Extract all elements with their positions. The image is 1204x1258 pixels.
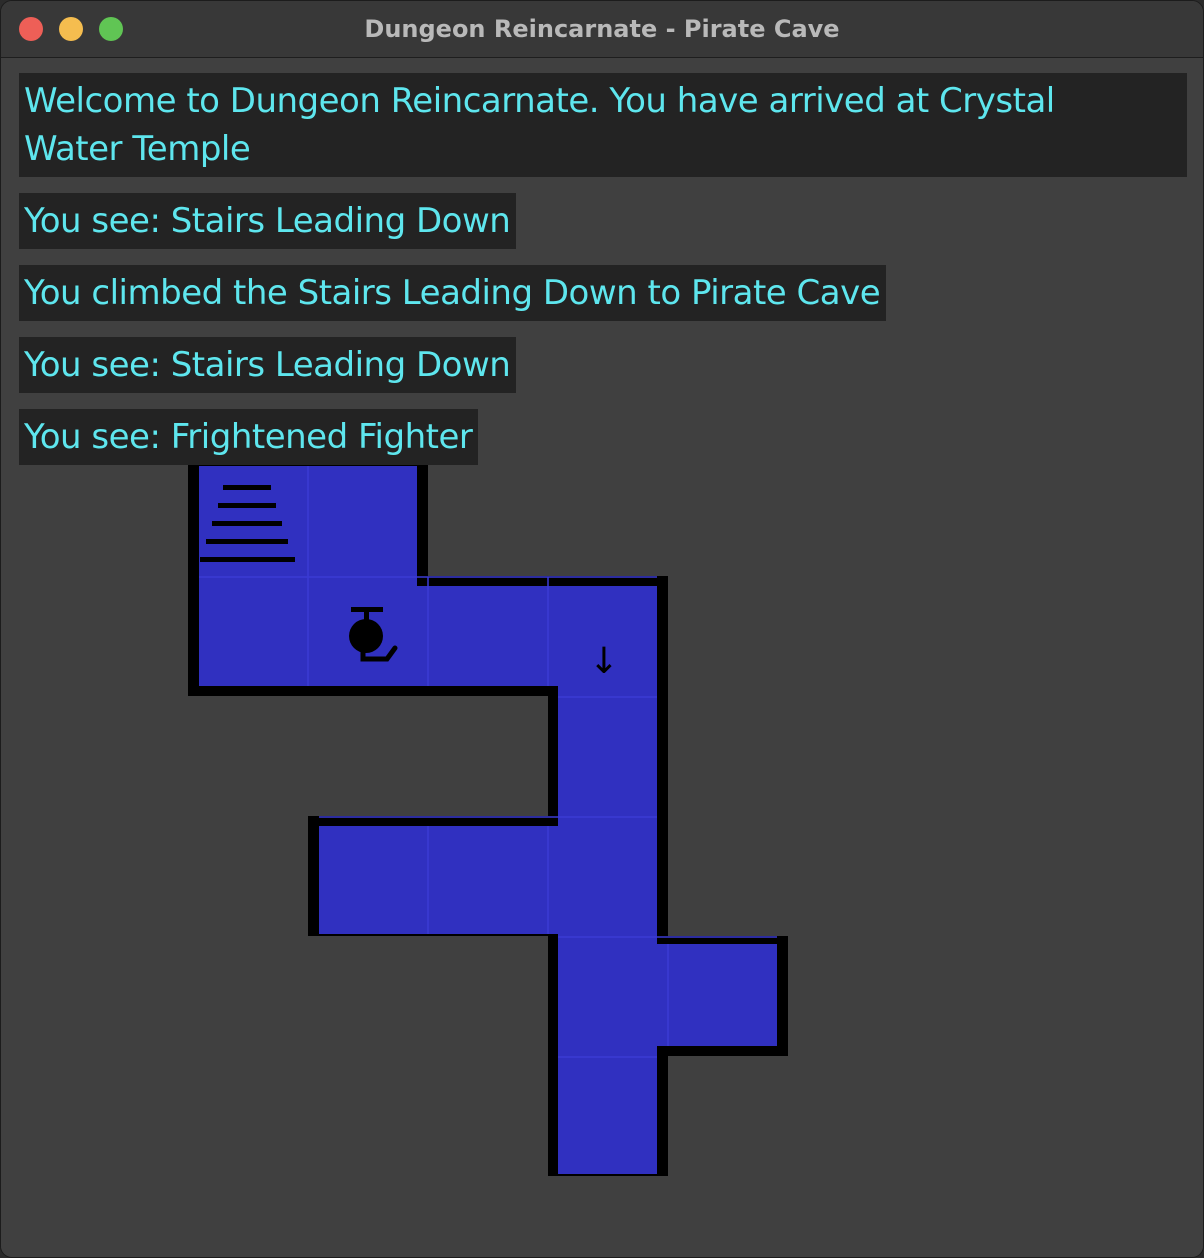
- message-line: You climbed the Stairs Leading Down to P…: [19, 265, 887, 321]
- message-line: You see: Stairs Leading Down: [19, 193, 517, 249]
- window-title: Dungeon Reincarnate - Pirate Cave: [364, 15, 840, 43]
- stairs-down-icon[interactable]: ↓: [589, 641, 619, 682]
- game-window: Dungeon Reincarnate - Pirate Cave ↓ Welc…: [0, 0, 1204, 1258]
- title-bar: Dungeon Reincarnate - Pirate Cave: [1, 1, 1203, 58]
- message-line: Welcome to Dungeon Reincarnate. You have…: [19, 73, 1187, 177]
- message-line: You see: Stairs Leading Down: [19, 337, 517, 393]
- message-line: You see: Frightened Fighter: [19, 409, 479, 465]
- game-content: ↓ Welcome to Dungeon Reincarnate. You ha…: [1, 58, 1203, 1257]
